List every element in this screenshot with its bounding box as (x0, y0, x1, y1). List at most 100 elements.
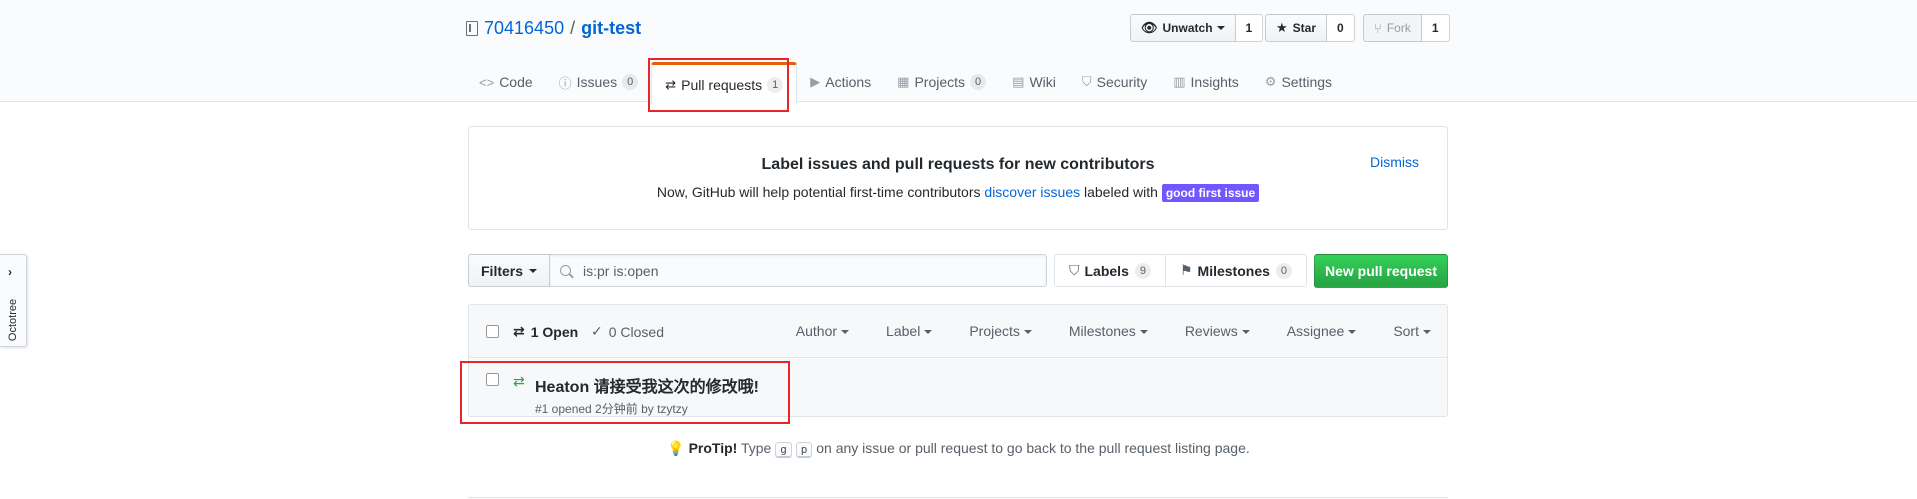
labels-counter: 9 (1134, 262, 1151, 279)
tab-issues[interactable]: ⓘ Issues 0 (546, 62, 652, 102)
repo-tabs: <> Code ⓘ Issues 0 ⇄ Pull requests 1 ▶ A… (466, 62, 1345, 104)
repo-owner-link[interactable]: 70416450 (484, 18, 564, 39)
labels-label: Labels (1084, 262, 1129, 279)
play-icon: ▶ (810, 74, 821, 89)
discover-issues-link[interactable]: discover issues (984, 184, 1080, 200)
tab-settings-label: Settings (1281, 74, 1333, 90)
protip-text-1: Type (737, 440, 776, 456)
chevron-down-icon (529, 268, 538, 273)
milestones-filter-label: Milestones (1068, 323, 1136, 339)
star-label: Star (1292, 21, 1316, 35)
issue-icon: ⓘ (558, 75, 572, 91)
code-icon: <> (479, 74, 495, 90)
milestones-filter[interactable]: Milestones (1069, 323, 1148, 339)
tab-security-label: Security (1096, 74, 1148, 90)
projects-label: Projects (969, 323, 1020, 339)
shield-icon: ⛉ (1081, 74, 1092, 89)
row-checkbox[interactable] (486, 373, 499, 386)
tab-security[interactable]: ⛉ Security (1069, 62, 1160, 102)
search-input[interactable]: is:pr is:open (550, 254, 1048, 287)
footer-divider (468, 497, 1448, 498)
chevron-down-icon (924, 330, 933, 335)
watch-count[interactable]: 1 (1235, 14, 1264, 42)
repo-header: 70416450 / git-test 👁 Unwatch 1 ★ Star 0… (0, 0, 1917, 104)
projects-filter[interactable]: Projects (969, 323, 1032, 339)
tab-issues-counter: 0 (622, 74, 639, 90)
repo-icon (466, 20, 478, 36)
kbd-key-g: g (775, 442, 792, 458)
milestones-button[interactable]: ⚑ Milestones 0 (1165, 254, 1308, 287)
dismiss-link[interactable]: Dismiss (1370, 154, 1419, 170)
author-label: Author (795, 323, 838, 339)
kbd-key-p: p (795, 442, 813, 458)
labels-button[interactable]: ⛉ Labels 9 (1054, 254, 1166, 287)
reviews-filter[interactable]: Reviews (1185, 323, 1250, 339)
banner-text-end: labeled with (1080, 184, 1162, 200)
star-button[interactable]: ★ Star (1265, 14, 1327, 42)
chevron-down-icon (1216, 26, 1225, 30)
tab-projects-label: Projects (914, 74, 966, 90)
milestones-counter: 0 (1275, 262, 1293, 279)
repo-name-link[interactable]: git-test (581, 18, 641, 39)
closed-filter[interactable]: ✓ 0 Closed (591, 323, 664, 340)
watch-group: 👁 Unwatch 1 (1130, 14, 1264, 42)
label-filter[interactable]: Label (886, 323, 933, 339)
tab-pull-requests-counter: 1 (767, 76, 784, 93)
chevron-down-icon (1023, 330, 1032, 335)
new-pull-request-button[interactable]: New pull request (1314, 254, 1448, 288)
pull-request-list: ⇄ 1 Open ✓ 0 Closed Author Label Project… (468, 304, 1448, 417)
banner-text-start: Now, GitHub will help potential first-ti… (656, 184, 985, 200)
author-filter[interactable]: Author (795, 323, 850, 339)
tab-actions-label: Actions (825, 74, 872, 90)
select-all-checkbox[interactable] (486, 325, 499, 338)
good-first-issue-label[interactable]: good first issue (1161, 184, 1260, 202)
fork-button[interactable]: ⑂ Fork (1363, 14, 1422, 42)
chevron-down-icon (1348, 330, 1357, 335)
open-filter[interactable]: ⇄ 1 Open (513, 323, 578, 340)
protip-text-2: on any issue or pull request to go back … (812, 440, 1250, 456)
eye-icon: 👁 (1141, 20, 1158, 35)
sort-filter[interactable]: Sort (1393, 323, 1431, 339)
tab-insights-label: Insights (1190, 74, 1239, 90)
tab-projects[interactable]: ▦ Projects 0 (884, 62, 999, 102)
sort-label: Sort (1393, 323, 1419, 339)
tab-issues-label: Issues (576, 74, 618, 90)
tab-actions[interactable]: ▶ Actions (797, 62, 884, 102)
octotree-toggle[interactable]: › Octotree (0, 254, 27, 347)
assignee-filter[interactable]: Assignee (1287, 323, 1357, 339)
repo-title: 70416450 / git-test (466, 16, 641, 40)
pull-request-title[interactable]: Heaton 请接受我这次的修改哦! (535, 373, 759, 397)
pull-request-open-icon: ⇄ (513, 373, 525, 389)
tab-code-label: Code (499, 74, 533, 90)
star-group: ★ Star 0 (1265, 14, 1355, 42)
tab-wiki[interactable]: ▤ Wiki (999, 62, 1069, 102)
chevron-down-icon (1139, 330, 1148, 335)
star-icon: ★ (1276, 20, 1288, 35)
tab-insights[interactable]: ▥ Insights (1160, 62, 1252, 102)
tab-code[interactable]: <> Code (466, 62, 546, 102)
tag-icon: ⛉ (1069, 262, 1080, 278)
search-icon (560, 265, 572, 276)
star-count[interactable]: 0 (1327, 14, 1355, 42)
tab-pull-requests[interactable]: ⇄ Pull requests 1 (651, 62, 798, 104)
labels-milestones: ⛉ Labels 9 ⚑ Milestones 0 (1054, 254, 1308, 287)
lightbulb-icon: 💡 (667, 440, 685, 456)
protip: 💡 ProTip! Type g p on any issue or pull … (0, 440, 1917, 458)
milestone-icon: ⚑ (1179, 262, 1193, 278)
book-icon: ▤ (1012, 74, 1025, 89)
tab-settings[interactable]: ⚙ Settings (1252, 62, 1345, 102)
fork-group: ⑂ Fork 1 (1363, 14, 1450, 42)
banner-text: Now, GitHub will help potential first-ti… (469, 184, 1447, 202)
list-filters: Author Label Projects Milestones Reviews… (796, 323, 1447, 339)
filters-button[interactable]: Filters (468, 254, 551, 287)
banner-title: Label issues and pull requests for new c… (761, 156, 1155, 173)
fork-label: Fork (1386, 21, 1411, 35)
chevron-down-icon (1423, 330, 1431, 335)
unwatch-button[interactable]: 👁 Unwatch (1130, 14, 1236, 42)
chevron-down-icon (841, 330, 850, 335)
fork-count[interactable]: 1 (1421, 14, 1450, 42)
reviews-label: Reviews (1184, 323, 1238, 339)
tab-projects-counter: 0 (970, 74, 987, 90)
closed-count: 0 Closed (608, 323, 664, 340)
repo-separator: / (570, 17, 576, 38)
